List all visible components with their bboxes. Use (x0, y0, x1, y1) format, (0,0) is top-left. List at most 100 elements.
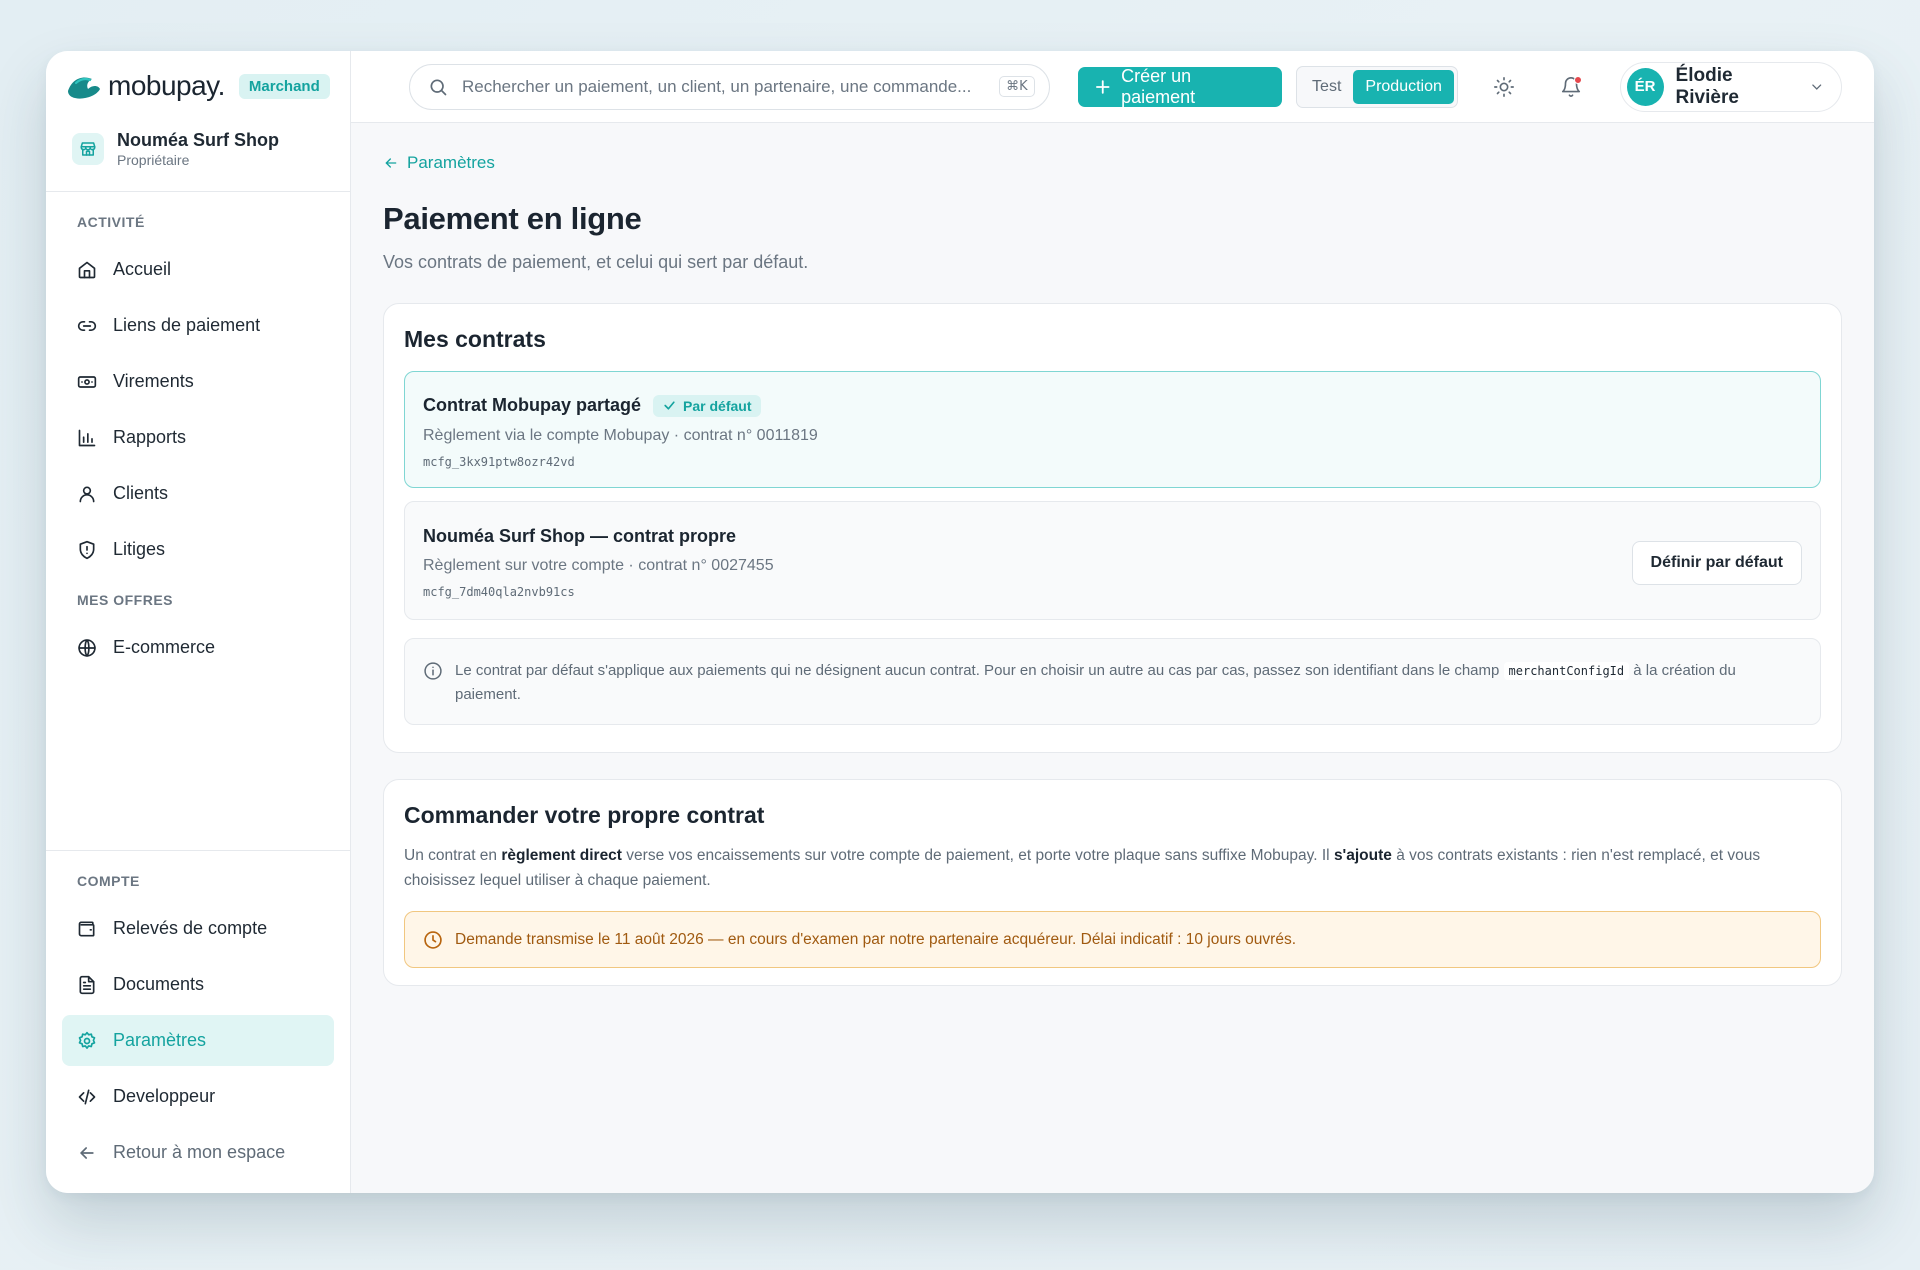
order-desc-bold: règlement direct (501, 847, 622, 864)
search-input[interactable]: Rechercher un paiement, un client, un pa… (409, 63, 1050, 110)
sidebar-item-label: Accueil (113, 259, 172, 279)
contract-id: mcfg_7dm40qla2nvb91cs (423, 585, 575, 599)
nav-section-offers: MES OFFRES (77, 592, 174, 608)
environment-toggle: Test Production (1296, 65, 1458, 108)
sidebar-item-retour[interactable]: Retour à mon espace (62, 1127, 334, 1178)
store-icon (72, 133, 104, 165)
sidebar-item-parametres[interactable]: Paramètres (62, 1015, 334, 1066)
sidebar-item-label: Retour à mon espace (113, 1142, 286, 1162)
contract-description: Règlement via le compte Mobupay · contra… (423, 426, 818, 444)
order-title: Commander votre propre contrat (404, 802, 765, 828)
sidebar-item-label: Virements (113, 371, 194, 391)
back-link-label: Paramètres (407, 153, 495, 172)
sidebar-item-accueil[interactable]: Accueil (62, 244, 334, 295)
env-option-production[interactable]: Production (1353, 69, 1454, 104)
link-icon (77, 320, 97, 331)
back-link[interactable]: Paramètres (383, 153, 1842, 173)
env-option-test[interactable]: Test (1300, 70, 1353, 104)
info-text: Le contrat par défaut s'applique aux pai… (455, 659, 1802, 704)
sidebar-item-label: E-commerce (113, 637, 216, 657)
contract-title: Contrat Mobupay partagé (423, 395, 642, 415)
default-contract-info: Le contrat par défaut s'applique aux pai… (404, 638, 1821, 725)
contract-id: mcfg_3kx91ptw8ozr42vd (423, 454, 575, 469)
sidebar-item-label: Rapports (113, 427, 187, 447)
order-description: Un contrat en règlement direct verse vos… (404, 843, 1821, 893)
gear-icon (78, 1031, 96, 1049)
contract-description: Règlement sur votre compte · contrat n° … (423, 557, 774, 574)
arrow-left-icon (385, 158, 397, 168)
document-icon (79, 975, 95, 994)
sidebar-item-virements[interactable]: Virements (62, 356, 334, 407)
sidebar-item-liens-de-paiement[interactable]: Liens de paiement (62, 300, 334, 351)
arrow-left-icon (80, 1146, 94, 1159)
sidebar-item-documents[interactable]: Documents (62, 959, 334, 1010)
sidebar-item-e-commerce[interactable]: E-commerce (62, 622, 334, 673)
search-shortcut: ⌘K (999, 76, 1035, 97)
page-title: Paiement en ligne (383, 201, 642, 236)
home-icon (78, 261, 96, 278)
plus-icon (1095, 79, 1110, 94)
sidebar-item-label: Clients (113, 483, 169, 503)
logo-wave-icon (68, 77, 100, 99)
theme-toggle-button[interactable] (1484, 66, 1525, 108)
sidebar: mobupay. Marchand Nouméa Surf Shop Propr… (46, 51, 351, 1193)
topbar: Rechercher un paiement, un client, un pa… (351, 51, 1874, 123)
nav-section-activity: ACTIVITÉ (77, 214, 145, 230)
contracts-card: Mes contrats Contrat Mobupay partagé Par… (383, 303, 1842, 753)
sidebar-item-litiges[interactable]: Litiges (62, 524, 334, 575)
main-nav: ACTIVITÉ Accueil Liens de paiement Virem… (46, 192, 350, 850)
main-area: Rechercher un paiement, un client, un pa… (351, 51, 1874, 1193)
clock-icon (424, 930, 442, 949)
sidebar-item-label: Liens de paiement (113, 315, 261, 335)
check-icon (664, 401, 675, 410)
sidebar-item-label: Litiges (113, 539, 166, 559)
shop-switcher[interactable]: Nouméa Surf Shop Propriétaire (46, 121, 350, 171)
create-payment-label: Créer un paiement (1121, 65, 1196, 107)
globe-icon (78, 638, 96, 657)
order-desc-part: verse vos encaissements sur votre compte… (626, 847, 1330, 864)
info-text-part: Le contrat par défaut s'applique aux pai… (455, 662, 1500, 679)
notifications-button[interactable] (1551, 66, 1592, 108)
page-subtitle: Vos contrats de paiement, et celui qui s… (383, 252, 809, 272)
sidebar-item-clients[interactable]: Clients (62, 468, 334, 519)
logo[interactable]: mobupay. (66, 70, 225, 102)
app-window: mobupay. Marchand Nouméa Surf Shop Propr… (46, 51, 1874, 1193)
sidebar-item-label: Documents (113, 974, 205, 994)
sidebar-item-releves[interactable]: Relevés de compte (62, 903, 334, 954)
search-placeholder: Rechercher un paiement, un client, un pa… (462, 76, 972, 96)
shop-name: Nouméa Surf Shop (117, 130, 280, 150)
order-contract-card: Commander votre propre contrat Un contra… (383, 779, 1842, 986)
shop-role: Propriétaire (117, 152, 190, 168)
sidebar-item-label: Relevés de compte (113, 918, 268, 938)
contract-item-own: Nouméa Surf Shop — contrat propre Règlem… (404, 501, 1821, 620)
pending-text: Demande transmise le 11 août 2026 — en c… (455, 930, 1297, 948)
contracts-title: Mes contrats (404, 326, 546, 352)
sidebar-account-section: COMPTE Relevés de compte Documents Param… (46, 850, 350, 1193)
chevron-down-icon (1812, 83, 1822, 90)
sidebar-item-label: Developpeur (113, 1086, 216, 1106)
shield-alert-icon (79, 540, 95, 559)
user-name: Élodie Rivière (1675, 64, 1739, 108)
user-menu[interactable]: ÉR Élodie Rivière (1619, 61, 1842, 112)
bar-chart-icon (78, 429, 96, 446)
contract-item-shared: Contrat Mobupay partagé Par défaut Règle… (404, 371, 1821, 488)
sidebar-item-developpeur[interactable]: Developpeur (62, 1071, 334, 1122)
set-default-button[interactable]: Définir par défaut (1631, 540, 1802, 585)
role-badge: Marchand (238, 73, 330, 99)
default-badge: Par défaut (653, 394, 762, 417)
sidebar-item-label: Paramètres (113, 1030, 207, 1050)
avatar: ÉR (1626, 67, 1664, 106)
nav-section-account: COMPTE (77, 873, 140, 889)
sun-icon (1494, 76, 1515, 97)
order-desc-bold: s'ajoute (1333, 847, 1392, 864)
banknote-icon (77, 375, 97, 388)
create-payment-button[interactable]: Créer un paiement (1077, 65, 1283, 107)
info-icon (424, 662, 442, 680)
pending-request-notice: Demande transmise le 11 août 2026 — en c… (404, 911, 1821, 968)
logo-text: mobupay. (108, 70, 225, 101)
wallet-icon (78, 921, 95, 936)
default-badge-label: Par défaut (683, 397, 752, 414)
sidebar-item-rapports[interactable]: Rapports (62, 412, 334, 463)
notification-dot (1573, 75, 1582, 84)
search-icon (430, 79, 447, 95)
